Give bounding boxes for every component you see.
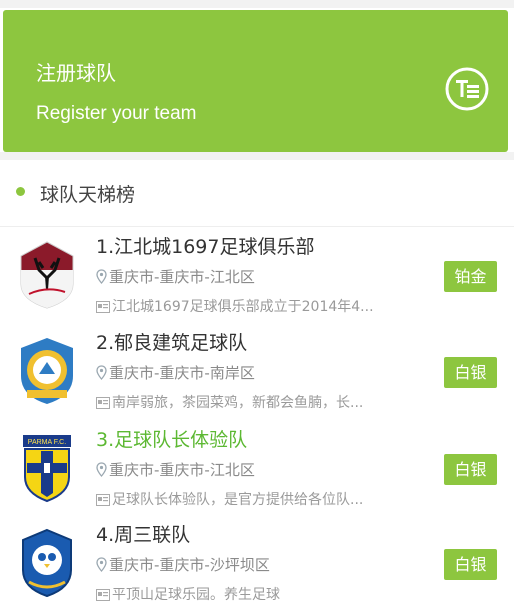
team-name[interactable]: 2.郁良建筑足球队	[96, 328, 247, 355]
team-location: 重庆市-重庆市-江北区	[96, 266, 255, 287]
location-pin-icon	[96, 269, 107, 284]
team-description: 平顶山足球乐园。养生足球	[96, 584, 406, 604]
team-logo-shield-icon	[21, 338, 73, 404]
id-card-icon	[96, 301, 110, 313]
bullet-dot-icon	[16, 187, 25, 196]
team-name[interactable]: 1.江北城1697足球俱乐部	[96, 232, 314, 259]
location-pin-icon	[96, 365, 107, 380]
id-card-icon	[96, 494, 110, 506]
team-list-item[interactable]: 1.江北城1697足球俱乐部 重庆市-重庆市-江北区 江北城1697足球俱乐部成…	[0, 228, 514, 324]
section-header: 球队天梯榜	[0, 170, 514, 218]
team-location: 重庆市-重庆市-南岸区	[96, 362, 255, 383]
team-description: 足球队长体验队，是官方提供给各位队...	[96, 489, 406, 509]
register-title: 注册球队	[36, 61, 116, 85]
rank-badge: 白银	[444, 357, 497, 388]
location-pin-icon	[96, 462, 107, 477]
team-description-text: 江北城1697足球俱乐部成立于2014年4...	[112, 299, 374, 315]
id-card-icon	[96, 589, 110, 601]
team-description: 江北城1697足球俱乐部成立于2014年4...	[96, 296, 406, 316]
team-location: 重庆市-重庆市-江北区	[96, 459, 255, 480]
team-location-text: 重庆市-重庆市-南岸区	[109, 364, 255, 382]
team-logo-owl-icon	[22, 528, 72, 598]
section-title: 球队天梯榜	[40, 184, 136, 206]
team-list-item[interactable]: 4.周三联队 重庆市-重庆市-沙坪坝区 平顶山足球乐园。养生足球 白银	[0, 516, 514, 612]
team-description: 南岸弱旅，茶园菜鸡，新都会鱼腩，长...	[96, 392, 406, 412]
list-menu-icon[interactable]	[443, 65, 491, 113]
register-subtitle: Register your team	[36, 103, 197, 124]
team-name[interactable]: 4.周三联队	[96, 520, 190, 547]
rank-badge: 白银	[444, 454, 497, 485]
id-card-icon	[96, 397, 110, 409]
team-name[interactable]: 3.足球队长体验队	[96, 425, 247, 452]
top-strip	[0, 0, 514, 8]
team-logo-kashima-icon	[20, 241, 74, 309]
register-team-banner[interactable]: 注册球队 Register your team	[3, 10, 508, 152]
rank-badge: 白银	[444, 549, 497, 580]
team-location-text: 重庆市-重庆市-沙坪坝区	[109, 556, 270, 574]
logo-text: PARMA F.C.	[28, 439, 66, 446]
team-list-item[interactable]: PARMA F.C. 3.足球队长体验队 重庆市-重庆市-江北区 足球队长体验队…	[0, 421, 514, 517]
team-list-item[interactable]: 2.郁良建筑足球队 重庆市-重庆市-南岸区 南岸弱旅，茶园菜鸡，新都会鱼腩，长.…	[0, 324, 514, 420]
team-description-text: 平顶山足球乐园。养生足球	[112, 587, 280, 603]
divider	[0, 226, 514, 227]
divider	[0, 152, 514, 160]
rank-badge: 铂金	[444, 261, 497, 292]
team-description-text: 南岸弱旅，茶园菜鸡，新都会鱼腩，长...	[112, 395, 364, 411]
team-location: 重庆市-重庆市-沙坪坝区	[96, 554, 270, 575]
location-pin-icon	[96, 557, 107, 572]
team-description-text: 足球队长体验队，是官方提供给各位队...	[112, 492, 364, 508]
team-logo-parma-icon: PARMA F.C.	[23, 435, 71, 503]
team-location-text: 重庆市-重庆市-江北区	[109, 268, 255, 286]
team-location-text: 重庆市-重庆市-江北区	[109, 461, 255, 479]
